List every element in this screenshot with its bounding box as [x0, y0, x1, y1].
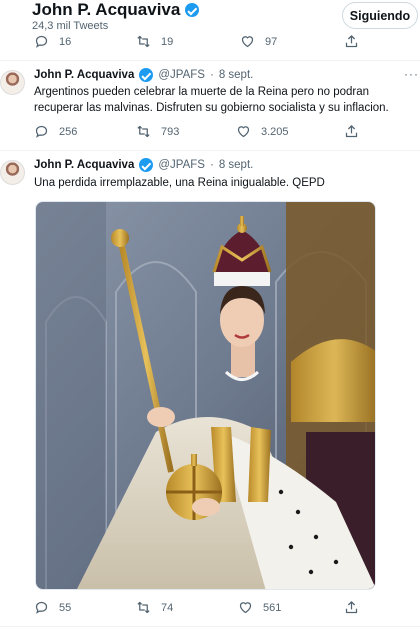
- tweet-header: John P. Acquaviva @JPAFS · 8 sept.: [34, 68, 253, 82]
- retweet-count: 74: [161, 601, 174, 614]
- like-count: 97: [265, 35, 278, 48]
- tweet-photo[interactable]: [35, 201, 376, 590]
- retweet-count: 19: [161, 35, 174, 48]
- tweet-handle[interactable]: @JPAFS: [158, 159, 205, 171]
- verified-badge-icon: [185, 3, 200, 17]
- retweet-button[interactable]: 19: [136, 34, 173, 49]
- like-count: 3.205: [261, 125, 289, 138]
- tweet-actions: 256 793 3.205: [0, 124, 420, 144]
- retweet-button[interactable]: 74: [136, 600, 173, 615]
- verified-badge-icon: [139, 68, 154, 82]
- like-button[interactable]: 97: [240, 34, 277, 49]
- tweet-author[interactable]: John P. Acquaviva: [34, 159, 134, 171]
- queen-portrait-image: [36, 202, 375, 589]
- like-button[interactable]: 3.205: [236, 124, 289, 139]
- retweet-count: 793: [161, 125, 180, 138]
- reply-count: 55: [59, 601, 72, 614]
- share-button[interactable]: [344, 124, 359, 139]
- like-button[interactable]: 561: [238, 600, 281, 615]
- profile-name: John P. Acquaviva: [32, 0, 181, 19]
- reply-button[interactable]: 55: [34, 600, 71, 615]
- reply-icon: [35, 601, 48, 614]
- separator-dot: ·: [209, 69, 214, 81]
- tweet-text: Una perdida irremplazable, una Reina ini…: [34, 177, 325, 189]
- avatar[interactable]: [0, 70, 25, 95]
- reply-count: 16: [59, 35, 72, 48]
- avatar[interactable]: [0, 160, 25, 185]
- heart-icon: [239, 602, 252, 614]
- tweet-date[interactable]: 8 sept.: [219, 69, 254, 81]
- verified-badge-icon: [139, 158, 154, 172]
- share-icon: [345, 125, 358, 138]
- tweet-actions: 55 74 561: [0, 600, 420, 620]
- previous-tweet-actions: 16 19 97: [0, 34, 420, 54]
- tweet[interactable]: John P. Acquaviva @JPAFS · 8 sept. ··· A…: [0, 60, 420, 150]
- reply-count: 256: [59, 125, 78, 138]
- divider: [0, 626, 420, 627]
- heart-icon: [237, 126, 250, 138]
- share-icon: [345, 35, 358, 48]
- like-count: 561: [263, 601, 282, 614]
- retweet-icon: [137, 35, 150, 48]
- retweet-button[interactable]: 793: [136, 124, 179, 139]
- separator-dot: ·: [209, 159, 214, 171]
- retweet-icon: [137, 601, 150, 614]
- tweet-date[interactable]: 8 sept.: [219, 159, 254, 171]
- reply-icon: [35, 35, 48, 48]
- more-icon[interactable]: ···: [404, 67, 419, 81]
- retweet-icon: [137, 125, 150, 138]
- following-button[interactable]: Siguiendo: [342, 2, 418, 29]
- heart-icon: [241, 36, 254, 48]
- tweet-author[interactable]: John P. Acquaviva: [34, 69, 134, 81]
- share-button[interactable]: [344, 600, 359, 615]
- profile-name-row: John P. Acquaviva: [32, 0, 200, 20]
- tweet-text: Argentinos pueden celebrar la muerte de …: [34, 86, 389, 114]
- tweet-header: John P. Acquaviva @JPAFS · 8 sept.: [34, 158, 253, 172]
- reply-button[interactable]: 256: [34, 124, 77, 139]
- tweet-handle[interactable]: @JPAFS: [158, 69, 205, 81]
- share-icon: [345, 601, 358, 614]
- reply-button[interactable]: 16: [34, 34, 71, 49]
- tweet-count: 24,3 mil Tweets: [32, 20, 109, 32]
- reply-icon: [35, 125, 48, 138]
- share-button[interactable]: [344, 34, 359, 49]
- profile-header: John P. Acquaviva 24,3 mil Tweets Siguie…: [0, 0, 420, 34]
